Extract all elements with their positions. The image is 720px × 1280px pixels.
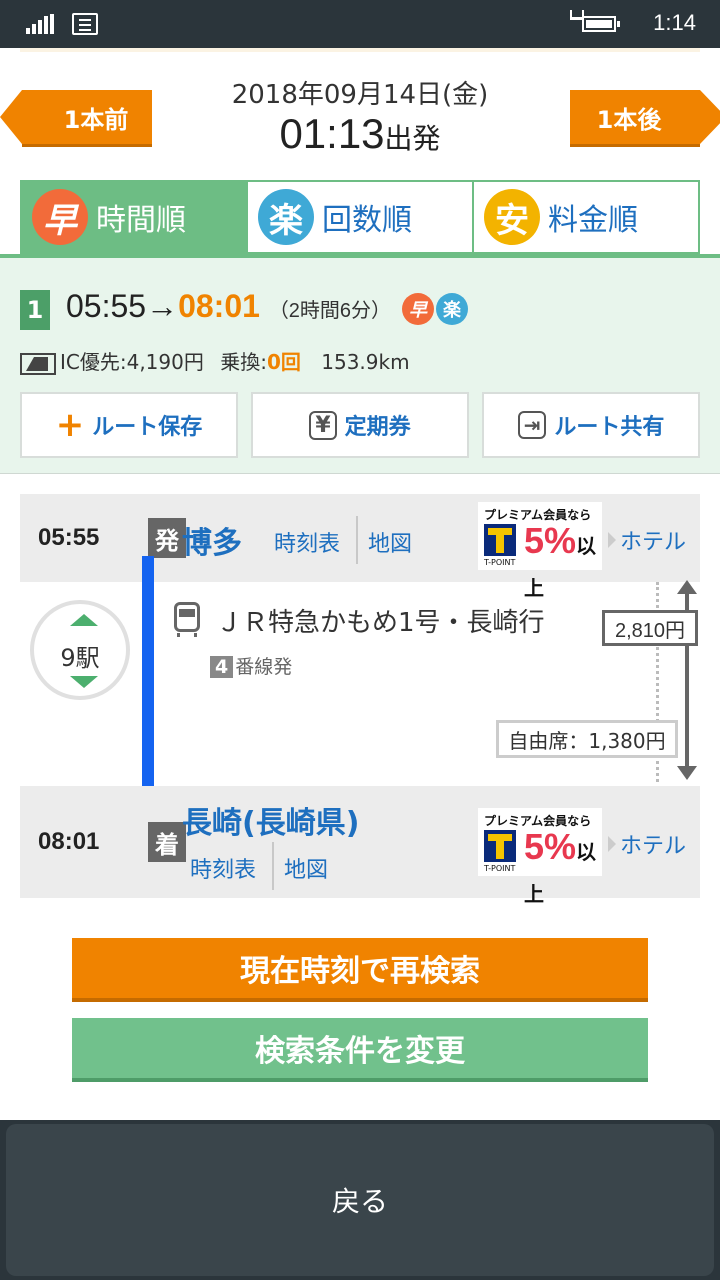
save-route-button[interactable]: + ルート保存 [20,392,238,458]
train-icon [174,602,200,637]
arrival-time: 08:01 [38,828,100,855]
expand-up-icon [70,614,98,626]
departure-station-name[interactable]: 博多 [182,518,242,562]
fare-line: IC優先:4,190円 乗換:0回 153.9km [20,346,410,375]
expand-down-icon [70,676,98,688]
route-time: 05:55→08:01 （2時間6分） 早楽 [66,288,468,325]
search-date: 2018年09月14日(金) [231,80,489,110]
signal-icon [26,14,56,34]
easy-badge-icon: 楽 [258,189,314,245]
tab-fare-order[interactable]: 安 料金順 [472,180,700,254]
sort-tabs: 早 時間順 楽 回数順 安 料金順 [20,180,700,254]
promo-foot: T-POINT [484,558,516,567]
tab-label: 時間順 [96,203,186,238]
plus-icon: + [55,405,85,445]
arrival-station-row: 08:01 着 長崎(長崎県) 時刻表 地図 プレミアム会員なら 5%以上 T-… [20,786,700,906]
change-conditions-button[interactable]: 検索条件を変更 [72,1018,648,1078]
yen-pass-icon: ¥ [309,410,337,440]
battery-icon [582,16,620,32]
departure-station-row: 05:55 発 博多 時刻表 地図 プレミアム会員なら 5%以上 T-POINT… [20,494,700,600]
departure-suffix: 出発 [384,122,441,155]
commuter-pass-label: 定期券 [344,415,411,440]
transfer-count: 0回 [266,350,301,374]
prev-train-button[interactable]: 1本前 [0,90,152,144]
cheap-badge-icon: 安 [484,189,540,245]
status-bar: 1:14 [0,0,720,48]
departure-mark: 発 [148,518,186,558]
fast-badge-icon: 早 [32,189,88,245]
ic-fare: IC優先:4,190円 [60,350,204,374]
stops-toggle[interactable]: 9駅 [30,600,130,700]
distance: 153.9km [321,350,410,374]
next-train-button[interactable]: 1本後 [570,90,720,144]
route-duration: （2時間6分） [268,300,392,322]
ic-card-icon [20,352,56,375]
platform-suffix: 番線発 [235,656,293,678]
route-number: 1 [20,290,50,330]
tab-label: 回数順 [322,203,412,238]
tpoint-promo-banner[interactable]: プレミアム会員なら 5%以上 T-POINT [478,808,602,906]
route-arrow: → [146,288,179,324]
share-route-label: ルート共有 [554,415,665,440]
arrival-map-link[interactable]: 地図 [284,852,328,884]
departure-time: 05:55 [38,524,100,551]
back-button[interactable]: 戻る [6,1124,714,1276]
route-arr: 08:01 [178,288,260,324]
tab-label: 料金順 [548,203,638,238]
fast-mini-icon: 早 [401,292,434,325]
tpoint-logo-icon [484,524,516,556]
tpoint-promo-banner[interactable]: プレミアム会員なら 5%以上 T-POINT [478,502,602,600]
train-name: ＪＲ特急かもめ1号・長崎行 [216,608,545,638]
promo-foot: T-POINT [484,864,516,873]
arrival-timetable-link[interactable]: 時刻表 [190,852,256,884]
platform-info: 4 番線発 [210,652,292,679]
platform-number: 4 [210,656,234,678]
search-departure-time: 01:13出発 [200,110,520,158]
departure-time-value: 01:13 [279,110,385,157]
message-icon [72,13,98,35]
segment-fare: 2,810円 [602,610,698,646]
commuter-pass-button[interactable]: ¥ 定期券 [251,392,469,458]
arrival-hotel-link[interactable]: ホテル [607,828,686,860]
divider [356,516,358,564]
promo-percent: 5%以上 [524,826,597,906]
departure-hotel-link[interactable]: ホテル [607,524,686,556]
share-route-button[interactable]: ⇥ ルート共有 [482,392,700,458]
seat-fare: 自由席：1,380円 [496,720,678,758]
tab-transfer-order[interactable]: 楽 回数順 [246,180,474,254]
status-clock: 1:14 [653,10,696,35]
route-line [142,556,154,822]
bottom-bar: 戻る [0,1120,720,1280]
promo-percent: 5%以上 [524,520,597,600]
arrival-mark: 着 [148,822,186,862]
divider [272,842,274,890]
transfer-label: 乗換: [220,350,267,374]
save-route-label: ルート保存 [92,415,203,440]
departure-map-link[interactable]: 地図 [368,526,412,558]
research-now-button[interactable]: 現在時刻で再検索 [72,938,648,998]
arrival-station-name[interactable]: 長崎(長崎県) [182,798,359,842]
route-summary: 1 05:55→08:01 （2時間6分） 早楽 IC優先:4,190円 乗換:… [0,254,720,474]
departure-timetable-link[interactable]: 時刻表 [274,526,340,558]
route-dep: 05:55 [66,288,147,324]
stop-count: 9駅 [60,644,100,672]
share-icon: ⇥ [517,411,547,439]
tab-time-order[interactable]: 早 時間順 [20,180,248,254]
top-divider [20,48,700,52]
tpoint-logo-icon [484,830,516,862]
easy-mini-icon: 楽 [435,292,468,325]
